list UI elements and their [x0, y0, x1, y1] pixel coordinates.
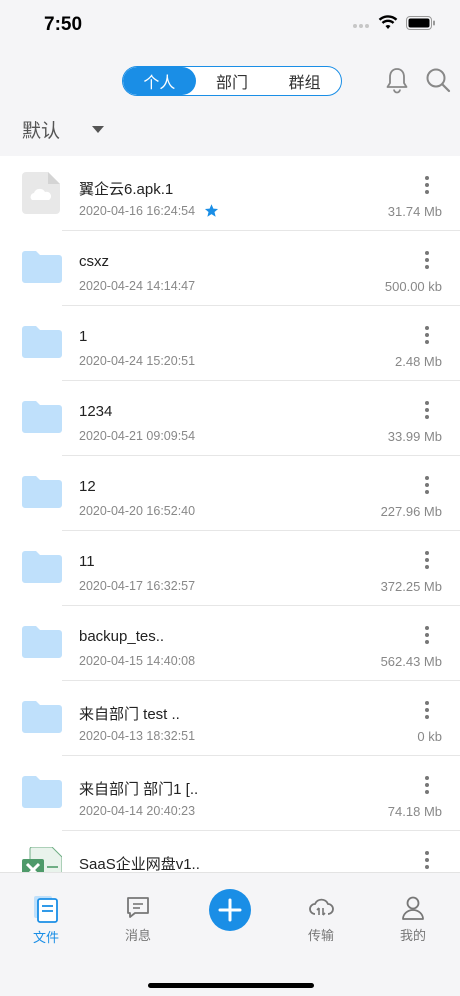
folder-icon: [22, 251, 62, 283]
file-date: 2020-04-21 09:09:54: [79, 429, 196, 443]
tab-profile[interactable]: 我的: [383, 895, 443, 944]
more-options-icon[interactable]: [422, 701, 432, 719]
wifi-icon: [378, 15, 398, 29]
file-name: 来自部门 部门1 [..: [79, 781, 199, 798]
file-size: 372.25 Mb: [380, 579, 442, 594]
file-date: 2020-04-20 16:52:40: [79, 504, 196, 518]
file-size: 227.96 Mb: [380, 504, 442, 519]
folder-icon: [22, 626, 62, 658]
file-name: 12: [79, 478, 96, 495]
more-options-icon[interactable]: [422, 851, 432, 869]
status-icons: [352, 15, 436, 31]
file-size: 500.00 kb: [384, 279, 442, 294]
file-name: 11: [79, 553, 95, 570]
file-name: 1: [79, 328, 88, 345]
folder-icon: [22, 401, 62, 433]
tab-bar: 文件 消息 传输 我的: [0, 872, 460, 996]
more-options-icon[interactable]: [422, 776, 432, 794]
list-item[interactable]: 1 2020-04-24 15:20:51 2.48 Mb: [0, 306, 460, 381]
more-options-icon[interactable]: [422, 551, 432, 569]
list-item[interactable]: backup_tes.. 2020-04-15 14:40:08 562.43 …: [0, 606, 460, 681]
list-item[interactable]: 1234 2020-04-21 09:09:54 33.99 Mb: [0, 381, 460, 456]
folder-icon: [22, 476, 62, 508]
message-icon: [127, 897, 149, 918]
tab-label: 传输: [307, 928, 334, 943]
tab-label: 我的: [399, 928, 426, 943]
file-size: 74.18 Mb: [387, 804, 442, 819]
file-name: backup_tes..: [79, 628, 165, 645]
tab-transfer[interactable]: 传输: [291, 895, 351, 944]
status-time: 7:50: [44, 14, 83, 35]
plus-icon: [218, 898, 242, 922]
sort-dropdown[interactable]: 默认: [22, 116, 105, 143]
list-item[interactable]: 来自部门 test .. 2020-04-13 18:32:51 0 kb: [0, 681, 460, 756]
profile-icon: [402, 896, 424, 920]
tab-label: 消息: [124, 928, 151, 943]
folder-icon: [22, 776, 62, 808]
list-item[interactable]: SaaS企业网盘v1..: [0, 831, 460, 872]
file-date: 2020-04-24 14:14:47: [79, 279, 196, 293]
more-options-icon[interactable]: [422, 176, 432, 194]
list-item[interactable]: 翼企云6.apk.1 2020-04-16 16:24:54 31.74 Mb: [0, 156, 460, 231]
excel-file-icon: [22, 847, 62, 872]
list-item[interactable]: 11 2020-04-17 16:32:57 372.25 Mb: [0, 531, 460, 606]
sort-label: 默认: [22, 121, 61, 142]
list-item[interactable]: 来自部门 部门1 [.. 2020-04-14 20:40:23 74.18 M…: [0, 756, 460, 831]
add-button[interactable]: [209, 889, 251, 931]
file-date: 2020-04-24 15:20:51: [79, 354, 196, 368]
segment-department[interactable]: 部门: [196, 67, 269, 95]
file-size: 0 kb: [417, 729, 442, 744]
scope-segmented-control: 个人 部门 群组: [122, 66, 342, 96]
more-options-icon[interactable]: [422, 626, 432, 644]
header: 个人 部门 群组 默认: [0, 52, 460, 156]
document-icon: [34, 896, 58, 923]
file-date: 2020-04-13 18:32:51: [79, 729, 196, 743]
signal-icon: [353, 24, 369, 28]
file-size: 33.99 Mb: [387, 429, 442, 444]
tab-messages[interactable]: 消息: [108, 895, 168, 944]
tab-label: 文件: [32, 930, 59, 945]
file-size: 2.48 Mb: [395, 354, 442, 369]
cloud-transfer-icon: [309, 898, 334, 916]
search-icon[interactable]: [424, 66, 452, 94]
file-name: 1234: [79, 403, 113, 420]
file-name: csxz: [79, 253, 109, 270]
file-date: 2020-04-16 16:24:54: [79, 204, 196, 218]
folder-icon: [22, 701, 62, 733]
file-date: 2020-04-14 20:40:23: [79, 804, 196, 818]
file-date: 2020-04-15 14:40:08: [79, 654, 196, 668]
folder-icon: [22, 551, 62, 583]
folder-icon: [22, 326, 62, 358]
file-cloud-icon: [22, 172, 60, 214]
list-item[interactable]: csxz 2020-04-24 14:14:47 500.00 kb: [0, 231, 460, 306]
status-bar: 7:50: [0, 0, 460, 52]
more-options-icon[interactable]: [422, 251, 432, 269]
more-options-icon[interactable]: [422, 401, 432, 419]
caret-down-icon: [92, 126, 105, 133]
star-icon: [204, 204, 219, 217]
home-indicator[interactable]: [148, 983, 314, 988]
file-size: 31.74 Mb: [387, 204, 442, 219]
file-date: 2020-04-17 16:32:57: [79, 579, 196, 593]
file-list: 翼企云6.apk.1 2020-04-16 16:24:54 31.74 Mb …: [0, 156, 460, 872]
tab-files[interactable]: 文件: [16, 895, 76, 946]
file-size: 562.43 Mb: [380, 654, 442, 669]
file-name: 来自部门 test ..: [79, 706, 180, 723]
more-options-icon[interactable]: [422, 476, 432, 494]
list-item[interactable]: 12 2020-04-20 16:52:40 227.96 Mb: [0, 456, 460, 531]
file-name: 翼企云6.apk.1: [79, 181, 174, 198]
segment-group[interactable]: 群组: [268, 67, 341, 95]
more-options-icon[interactable]: [422, 326, 432, 344]
bell-icon[interactable]: [384, 66, 410, 94]
battery-icon: [406, 16, 435, 30]
segment-personal[interactable]: 个人: [123, 67, 196, 95]
file-name: SaaS企业网盘v1..: [79, 856, 200, 872]
